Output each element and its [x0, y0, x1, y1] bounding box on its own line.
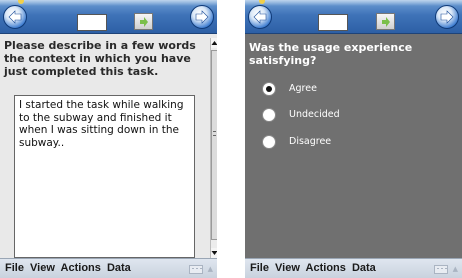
menu-data[interactable]: Data [352, 262, 376, 274]
scroll-up-button[interactable] [211, 38, 217, 48]
option-label: Disagree [289, 136, 332, 147]
radio-button[interactable] [262, 108, 276, 122]
menu-actions[interactable]: Actions [306, 262, 346, 274]
option-label: Undecided [289, 109, 340, 120]
keyboard-icon[interactable] [189, 265, 203, 274]
right-screen: Was the usage experience satisfying? Agr… [245, 0, 462, 278]
go-arrow-icon [140, 17, 148, 27]
menu-bar: File View Actions Data ▲ [0, 258, 217, 278]
go-button[interactable] [134, 13, 153, 30]
browser-toolbar [0, 0, 217, 34]
menu-view[interactable]: View [30, 262, 55, 274]
scroll-down-button[interactable] [211, 248, 217, 258]
forward-button[interactable] [435, 5, 459, 29]
question-text: Was the usage experience satisfying? [249, 41, 413, 67]
forward-arrow-icon [195, 10, 209, 24]
menu-bar: File View Actions Data ▲ [245, 258, 462, 278]
back-arrow-icon [253, 10, 267, 24]
forward-arrow-icon [440, 10, 454, 24]
keyboard-icon[interactable] [434, 265, 448, 274]
scroll-down-arrow-icon [211, 251, 217, 255]
back-button[interactable] [3, 5, 27, 29]
back-arrow-icon [8, 10, 22, 24]
input-panel-arrow-icon[interactable]: ▲ [453, 265, 458, 273]
scroll-up-arrow-icon [211, 41, 217, 45]
answer-textarea[interactable]: I started the task while walking to the … [14, 95, 195, 258]
go-arrow-icon [382, 17, 390, 27]
radio-selected-dot [266, 86, 272, 92]
scroll-thumb[interactable] [211, 50, 217, 240]
option-label: Agree [289, 83, 317, 94]
grip-icon [213, 131, 216, 136]
input-panel-arrow-icon[interactable]: ▲ [208, 265, 213, 273]
question-text: Please describe in a few words the conte… [4, 39, 196, 78]
go-button[interactable] [376, 13, 395, 30]
menu-actions[interactable]: Actions [61, 262, 101, 274]
browser-toolbar [245, 0, 462, 34]
radio-button[interactable] [262, 82, 276, 96]
forward-button[interactable] [190, 5, 214, 29]
menu-file[interactable]: File [5, 262, 24, 274]
address-box[interactable] [77, 14, 107, 31]
back-button[interactable] [248, 5, 272, 29]
radio-button[interactable] [262, 135, 276, 149]
address-box[interactable] [318, 14, 348, 31]
menu-file[interactable]: File [250, 262, 269, 274]
menu-data[interactable]: Data [107, 262, 131, 274]
left-screen: Please describe in a few words the conte… [0, 0, 217, 278]
menu-view[interactable]: View [275, 262, 300, 274]
vertical-scrollbar[interactable] [210, 38, 217, 258]
